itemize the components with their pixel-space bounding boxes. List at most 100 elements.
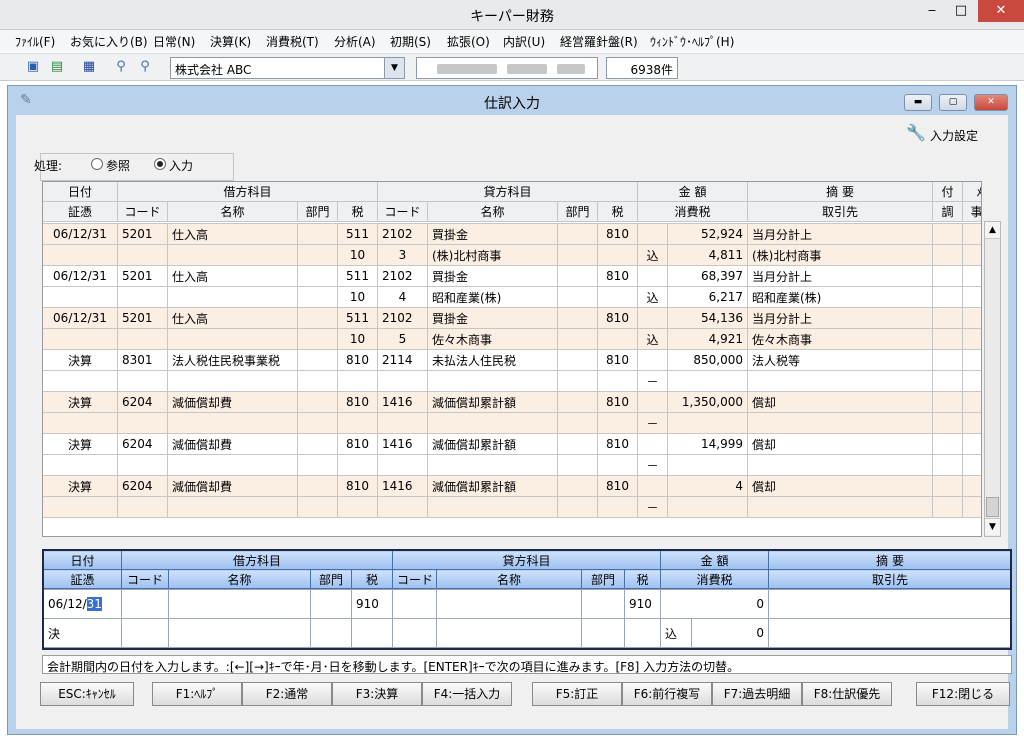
grid-cell[interactable]: 減価償却累計額 <box>427 391 558 413</box>
grid-cell[interactable]: 810 <box>337 391 378 413</box>
scroll-thumb[interactable] <box>986 497 999 517</box>
grid-cell[interactable] <box>962 433 981 455</box>
entry-credit-dept-field[interactable] <box>581 589 625 619</box>
entry-tax-amount-field[interactable]: 0 <box>690 618 770 648</box>
grid-cell[interactable] <box>962 265 981 287</box>
grid-cell[interactable]: 法人税住民税事業税 <box>167 349 298 371</box>
grid-cell[interactable] <box>117 244 168 266</box>
grid-cell[interactable] <box>932 370 963 392</box>
grid-cell[interactable] <box>167 454 298 476</box>
entry-credit-name-field[interactable] <box>436 589 582 619</box>
grid-cell[interactable] <box>557 328 598 350</box>
grid-cell[interactable] <box>43 496 118 518</box>
grid-cell[interactable] <box>747 370 933 392</box>
grid-cell[interactable]: 買掛金 <box>427 223 558 245</box>
grid-cell[interactable] <box>557 433 598 455</box>
grid-cell[interactable]: 06/12/31 <box>43 265 118 287</box>
grid-cell[interactable]: 6,217 <box>667 286 748 308</box>
grid-cell[interactable] <box>557 454 598 476</box>
entry-debit-dept-field[interactable] <box>310 589 352 619</box>
grid-cell[interactable]: 昭和産業(株) <box>747 286 933 308</box>
grid-cell[interactable] <box>337 412 378 434</box>
grid-cell[interactable]: 2102 <box>377 307 428 329</box>
table-row[interactable]: － <box>43 454 981 476</box>
f6-copy-prev-button[interactable]: F6:前行複写 <box>622 682 712 706</box>
grid-cell[interactable]: 10 <box>337 328 378 350</box>
grid-cell[interactable]: 法人税等 <box>747 349 933 371</box>
grid-cell[interactable]: 昭和産業(株) <box>427 286 558 308</box>
f2-normal-button[interactable]: F2:通常 <box>242 682 332 706</box>
grid-cell[interactable] <box>297 286 338 308</box>
entry-credit-tax-field[interactable]: 910 <box>624 589 661 619</box>
grid-cell[interactable]: 償却 <box>747 475 933 497</box>
grid-cell[interactable]: 減価償却累計額 <box>427 475 558 497</box>
grid-cell[interactable]: 4,811 <box>667 244 748 266</box>
grid-cell[interactable]: 511 <box>337 307 378 329</box>
grid-cell[interactable] <box>427 370 558 392</box>
entry-summary-field[interactable] <box>768 589 1010 619</box>
grid-cell[interactable]: 2114 <box>377 349 428 371</box>
grid-cell[interactable] <box>297 265 338 287</box>
grid-cell[interactable] <box>557 223 598 245</box>
entry-debit-tax-field[interactable]: 910 <box>351 589 393 619</box>
grid-cell[interactable] <box>932 475 963 497</box>
grid-cell[interactable] <box>932 265 963 287</box>
grid-cell[interactable]: 減価償却費 <box>167 391 298 413</box>
entry-date-field[interactable]: 06/12/31 <box>44 589 122 619</box>
grid-cell[interactable] <box>932 349 963 371</box>
grid-cell[interactable] <box>597 412 638 434</box>
table-row[interactable]: 10 3 (株)北村商事込 4,811 (株)北村商事 <box>43 244 981 266</box>
grid-cell[interactable]: 決算 <box>43 349 118 371</box>
entry-debit-tax2[interactable] <box>351 618 393 648</box>
entry-tax-mode-field[interactable]: 込 <box>660 618 692 648</box>
grid-cell[interactable]: 5201 <box>117 265 168 287</box>
grid-cell[interactable] <box>557 391 598 413</box>
grid-cell[interactable] <box>167 328 298 350</box>
entry-partner-field[interactable] <box>768 618 1010 648</box>
grid-cell[interactable] <box>117 496 168 518</box>
grid-cell[interactable] <box>597 286 638 308</box>
grid-cell[interactable]: 4 <box>667 475 748 497</box>
grid-cell[interactable]: 4,921 <box>667 328 748 350</box>
menu-analysis[interactable]: 分析(A) <box>334 33 376 50</box>
entry-voucher-field[interactable]: 決 <box>44 618 122 648</box>
grid-cell[interactable] <box>557 286 598 308</box>
grid-cell[interactable]: 決算 <box>43 433 118 455</box>
entry-credit-tax2[interactable] <box>624 618 661 648</box>
grid-cell[interactable]: 52,924 <box>667 223 748 245</box>
grid-cell[interactable] <box>962 349 981 371</box>
grid-cell[interactable] <box>557 349 598 371</box>
grid-cell[interactable] <box>297 328 338 350</box>
grid-cell[interactable]: 810 <box>597 223 638 245</box>
grid-cell[interactable]: 6204 <box>117 433 168 455</box>
grid-cell[interactable] <box>747 412 933 434</box>
grid-cell[interactable]: 810 <box>337 475 378 497</box>
f4-bulk-input-button[interactable]: F4:一括入力 <box>422 682 512 706</box>
grid-cell[interactable] <box>637 433 668 455</box>
grid-cell[interactable]: 14,999 <box>667 433 748 455</box>
grid-cell[interactable] <box>637 391 668 413</box>
table-row[interactable]: － <box>43 496 981 518</box>
grid-cell[interactable] <box>597 328 638 350</box>
monitor-icon[interactable]: ▦ <box>80 58 98 76</box>
grid-cell[interactable]: － <box>637 454 668 476</box>
grid-cell[interactable]: 減価償却費 <box>167 433 298 455</box>
grid-cell[interactable]: 仕入高 <box>167 223 298 245</box>
grid-cell[interactable]: 当月分計上 <box>747 265 933 287</box>
grid-cell[interactable]: 当月分計上 <box>747 223 933 245</box>
menu-favorites[interactable]: お気に入り(B) <box>70 33 148 50</box>
grid-cell[interactable]: 511 <box>337 265 378 287</box>
grid-cell[interactable] <box>597 244 638 266</box>
grid-cell[interactable] <box>297 475 338 497</box>
grid-cell[interactable] <box>637 475 668 497</box>
grid-cell[interactable] <box>597 454 638 476</box>
company-select[interactable]: 株式会社 ABC ▼ <box>170 57 405 79</box>
grid-cell[interactable]: 仕入高 <box>167 307 298 329</box>
grid-cell[interactable]: 10 <box>337 244 378 266</box>
grid-cell[interactable] <box>377 412 428 434</box>
table-row[interactable]: 10 5 佐々木商事込 4,921 佐々木商事 <box>43 328 981 350</box>
grid-cell[interactable] <box>167 496 298 518</box>
zoom-out-icon[interactable]: ⚲ <box>136 58 154 76</box>
grid-cell[interactable]: 償却 <box>747 433 933 455</box>
grid-cell[interactable] <box>43 370 118 392</box>
